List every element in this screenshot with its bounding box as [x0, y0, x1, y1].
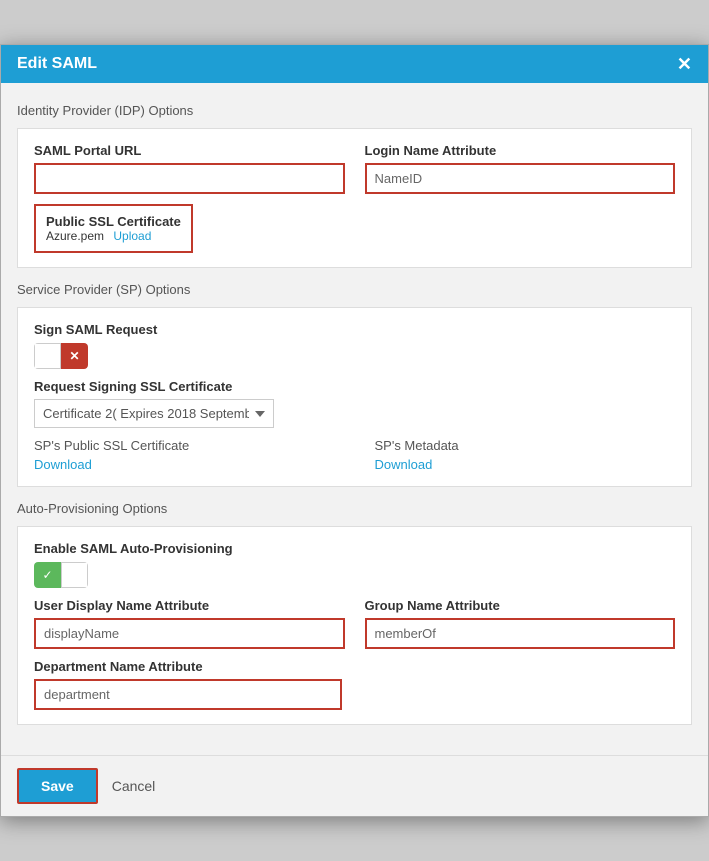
user-display-name-label: User Display Name Attribute	[34, 598, 345, 613]
cert-filename-row: Azure.pem Upload	[46, 229, 181, 243]
sign-saml-toggle[interactable]: ✕	[34, 343, 88, 369]
sign-saml-request-label: Sign SAML Request	[34, 322, 675, 337]
dept-name-attr-row: Department Name Attribute	[34, 659, 342, 710]
enable-saml-row: Enable SAML Auto-Provisioning ✓	[34, 541, 675, 588]
request-signing-cert-select[interactable]: Certificate 2( Expires 2018 September )	[34, 399, 274, 428]
idp-section-title: Identity Provider (IDP) Options	[17, 103, 692, 118]
enable-saml-label: Enable SAML Auto-Provisioning	[34, 541, 675, 556]
toggle-on-right	[61, 562, 88, 588]
user-display-name-input[interactable]	[34, 618, 345, 649]
sp-metadata-col: SP's Metadata Download	[375, 438, 676, 472]
dept-name-attr-label: Department Name Attribute	[34, 659, 342, 674]
toggle-on-left: ✓	[34, 562, 61, 588]
sp-public-ssl-cert-download[interactable]: Download	[34, 457, 92, 472]
cert-filename: Azure.pem	[46, 229, 104, 243]
toggle-left-part	[34, 343, 61, 369]
display-group-row: User Display Name Attribute Group Name A…	[34, 598, 675, 649]
sp-metadata-download[interactable]: Download	[375, 457, 433, 472]
login-name-attr-input[interactable]	[365, 163, 676, 194]
request-signing-cert-label: Request Signing SSL Certificate	[34, 379, 675, 394]
sp-public-ssl-cert-label: SP's Public SSL Certificate	[34, 438, 335, 453]
dept-name-attr-input[interactable]	[34, 679, 342, 710]
saml-portal-url-label: SAML Portal URL	[34, 143, 345, 158]
modal-body: Identity Provider (IDP) Options SAML Por…	[1, 83, 708, 755]
enable-saml-toggle[interactable]: ✓	[34, 562, 88, 588]
request-signing-cert-row: Request Signing SSL Certificate Certific…	[34, 379, 675, 428]
public-ssl-cert-box: Public SSL Certificate Azure.pem Upload	[34, 204, 193, 253]
saml-portal-url-input[interactable]	[34, 163, 345, 194]
sign-saml-request-row: Sign SAML Request ✕	[34, 322, 675, 369]
group-name-attr-label: Group Name Attribute	[365, 598, 676, 613]
cancel-button[interactable]: Cancel	[112, 778, 156, 794]
close-button[interactable]: ✕	[677, 55, 692, 73]
idp-section-box: SAML Portal URL Login Name Attribute Pub…	[17, 128, 692, 268]
login-name-attr-col: Login Name Attribute	[365, 143, 676, 194]
group-name-attr-col: Group Name Attribute	[365, 598, 676, 649]
public-ssl-cert-label: Public SSL Certificate	[46, 214, 181, 229]
sp-public-ssl-cert-col: SP's Public SSL Certificate Download	[34, 438, 335, 472]
modal-title: Edit SAML	[17, 55, 97, 73]
enable-saml-toggle-container: ✓	[34, 562, 675, 588]
auto-prov-section-box: Enable SAML Auto-Provisioning ✓ User Dis…	[17, 526, 692, 725]
sp-section-box: Sign SAML Request ✕ Request Signing SSL …	[17, 307, 692, 487]
sp-cert-metadata-row: SP's Public SSL Certificate Download SP'…	[34, 438, 675, 472]
saml-portal-url-col: SAML Portal URL	[34, 143, 345, 194]
sp-metadata-label: SP's Metadata	[375, 438, 676, 453]
modal-header: Edit SAML ✕	[1, 45, 708, 83]
user-display-name-col: User Display Name Attribute	[34, 598, 345, 649]
toggle-right-part: ✕	[61, 343, 88, 369]
save-button[interactable]: Save	[17, 768, 98, 804]
upload-link[interactable]: Upload	[113, 229, 151, 243]
group-name-attr-input[interactable]	[365, 618, 676, 649]
sign-saml-toggle-container: ✕	[34, 343, 675, 369]
sp-section-title: Service Provider (SP) Options	[17, 282, 692, 297]
modal-footer: Save Cancel	[1, 755, 708, 816]
auto-prov-section-title: Auto-Provisioning Options	[17, 501, 692, 516]
login-name-attr-label: Login Name Attribute	[365, 143, 676, 158]
edit-saml-modal: Edit SAML ✕ Identity Provider (IDP) Opti…	[0, 44, 709, 817]
